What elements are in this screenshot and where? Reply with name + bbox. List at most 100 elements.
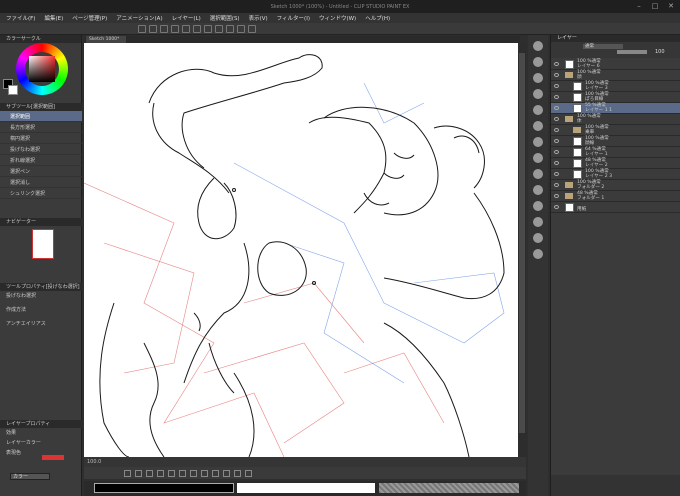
zoom-icon[interactable] xyxy=(234,469,241,477)
layer-folder-row[interactable]: 100 %通常顔 xyxy=(551,70,680,81)
layer-row[interactable]: 100 %通常 顔線 xyxy=(551,136,680,147)
subtool-item[interactable]: 選択範囲 xyxy=(0,111,82,122)
subtool-item[interactable]: 投げなわ選択 xyxy=(0,144,82,155)
palette-black[interactable] xyxy=(94,483,234,493)
open-icon[interactable] xyxy=(149,24,157,33)
layer-row[interactable]: 48 %通常 レイヤー 2 xyxy=(551,158,680,169)
close-icon[interactable]: ✕ xyxy=(664,1,678,11)
canvas-tab[interactable]: Sketch 1000* xyxy=(86,36,126,43)
tool-circle-icon[interactable] xyxy=(533,57,543,67)
visibility-icon[interactable] xyxy=(554,62,559,66)
deselect-icon[interactable] xyxy=(215,24,223,33)
menu-file[interactable]: ファイル(F) xyxy=(6,14,35,22)
redo-icon[interactable] xyxy=(182,24,190,33)
tool-circle-icon[interactable] xyxy=(533,137,543,147)
visibility-icon[interactable] xyxy=(554,117,559,121)
tool-circle-icon[interactable] xyxy=(533,41,543,51)
tool-circle-icon[interactable] xyxy=(533,105,543,115)
menu-help[interactable]: ヘルプ(H) xyxy=(365,14,390,22)
move-icon[interactable] xyxy=(201,469,208,477)
layer-folder-row[interactable]: 100 %通常 フォルダー 2 xyxy=(551,180,680,191)
pen-icon[interactable] xyxy=(124,469,131,477)
menu-animation[interactable]: アニメーション(A) xyxy=(116,14,162,22)
undo-icon[interactable] xyxy=(171,24,179,33)
maximize-icon[interactable]: □ xyxy=(648,1,662,11)
save-icon[interactable] xyxy=(160,24,168,33)
layer-row[interactable]: 用紙 xyxy=(551,202,680,213)
canvas-vertical-scrollbar[interactable] xyxy=(518,43,526,457)
subtool-item[interactable]: 選択ペン xyxy=(0,166,82,177)
tool-circle-icon[interactable] xyxy=(533,201,543,211)
layer-row[interactable]: 100 %通常 レイヤー 6 xyxy=(551,59,680,70)
brush-icon[interactable] xyxy=(146,469,153,477)
visibility-icon[interactable] xyxy=(554,194,559,198)
layer-row[interactable]: 55 %通常 レイヤー 1 1 xyxy=(551,103,680,114)
ruler-icon[interactable] xyxy=(248,24,256,33)
transform-icon[interactable] xyxy=(204,24,212,33)
tool-circle-icon[interactable] xyxy=(533,73,543,83)
menu-window[interactable]: ウィンドウ(W) xyxy=(319,14,356,22)
saturation-square[interactable] xyxy=(29,56,55,82)
visibility-icon[interactable] xyxy=(554,73,559,77)
sub-color-swatch[interactable] xyxy=(8,85,18,95)
menu-page[interactable]: ページ管理(P) xyxy=(72,14,107,22)
navigator-thumbnail[interactable] xyxy=(32,229,54,259)
menu-edit[interactable]: 編集(E) xyxy=(44,14,63,22)
tool-circle-icon[interactable] xyxy=(533,153,543,163)
minimize-icon[interactable]: – xyxy=(632,1,646,11)
layer-folder-row[interactable]: 100 %通常体 xyxy=(551,114,680,125)
visibility-icon[interactable] xyxy=(554,150,559,154)
menu-layer[interactable]: レイヤー(L) xyxy=(172,14,201,22)
visibility-icon[interactable] xyxy=(554,205,559,209)
select-icon[interactable] xyxy=(179,469,186,477)
subtool-item[interactable]: シュリンク選択 xyxy=(0,188,82,199)
tool-circle-icon[interactable] xyxy=(533,233,543,243)
invert-selection-icon[interactable] xyxy=(226,24,234,33)
pencil-icon[interactable] xyxy=(135,469,142,477)
menu-filter[interactable]: フィルター(I) xyxy=(277,14,310,22)
lasso-icon[interactable] xyxy=(190,469,197,477)
snap-icon[interactable] xyxy=(237,24,245,33)
tool-circle-icon[interactable] xyxy=(533,217,543,227)
visibility-icon[interactable] xyxy=(554,161,559,165)
visibility-icon[interactable] xyxy=(554,84,559,88)
palette-transparent[interactable] xyxy=(379,483,519,493)
visibility-icon[interactable] xyxy=(554,139,559,143)
new-icon[interactable] xyxy=(138,24,146,33)
opacity-slider[interactable] xyxy=(617,50,647,54)
menu-view[interactable]: 表示(V) xyxy=(249,14,268,22)
layer-color-swatch[interactable] xyxy=(42,455,64,460)
menu-selection[interactable]: 選択範囲(S) xyxy=(210,14,240,22)
subtool-item[interactable]: 折れ線選択 xyxy=(0,155,82,166)
clear-icon[interactable] xyxy=(193,24,201,33)
visibility-icon[interactable] xyxy=(554,95,559,99)
layer-row[interactable]: 100 %通常 レイヤー 2 3 xyxy=(551,169,680,180)
layer-row[interactable]: 64 %通常 レイヤー 1 xyxy=(551,147,680,158)
tool-circle-icon[interactable] xyxy=(533,89,543,99)
layer-folder-row[interactable]: 100 %通常 乗車 xyxy=(551,125,680,136)
tool-circle-icon[interactable] xyxy=(533,121,543,131)
fill-icon[interactable] xyxy=(168,469,175,477)
tool-circle-icon[interactable] xyxy=(533,249,543,259)
visibility-icon[interactable] xyxy=(554,106,559,110)
tool-circle-icon[interactable] xyxy=(533,185,543,195)
eyedropper-icon[interactable] xyxy=(245,469,252,477)
visibility-icon[interactable] xyxy=(554,172,559,176)
subtool-item[interactable]: 楕円選択 xyxy=(0,133,82,144)
palette-white[interactable] xyxy=(237,483,375,493)
layer-row[interactable]: 100 %通常 ぽろ目線 xyxy=(551,92,680,103)
expression-color-select[interactable]: カラー xyxy=(10,473,50,480)
blend-mode-select[interactable]: 通常 xyxy=(583,44,623,49)
layer-row[interactable]: 100 %通常 レイヤー 3 xyxy=(551,81,680,92)
layer-folder-row[interactable]: 48 %通常 フォルダー 1 xyxy=(551,191,680,202)
tool-circle-icon[interactable] xyxy=(533,169,543,179)
text-icon[interactable] xyxy=(212,469,219,477)
eraser-icon[interactable] xyxy=(157,469,164,477)
scrollbar-thumb[interactable] xyxy=(519,53,525,433)
visibility-icon[interactable] xyxy=(554,128,559,132)
visibility-icon[interactable] xyxy=(554,183,559,187)
subtool-item[interactable]: 長方形選択 xyxy=(0,122,82,133)
hand-icon[interactable] xyxy=(223,469,230,477)
canvas[interactable] xyxy=(84,43,518,457)
color-wheel[interactable] xyxy=(16,43,68,95)
